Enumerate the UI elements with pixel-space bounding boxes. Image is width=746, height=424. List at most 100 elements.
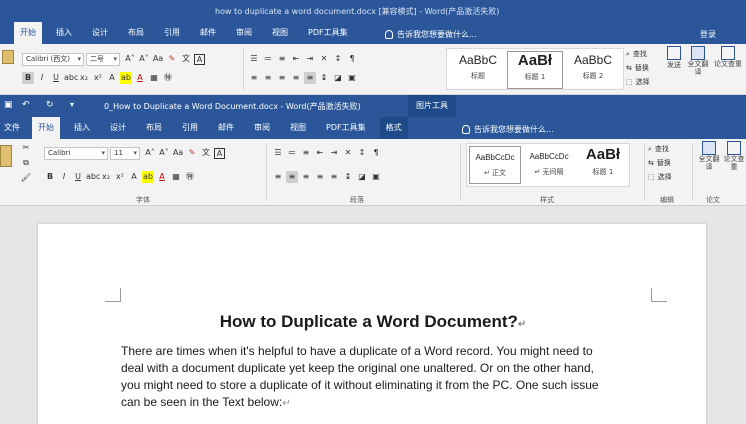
- back-check-button[interactable]: 论文查重: [714, 46, 742, 90]
- phonetic-icon[interactable]: 文: [200, 147, 212, 159]
- back-style-item-selected[interactable]: AaBł 标题 1: [507, 51, 563, 89]
- front-check-button[interactable]: 论文查重: [722, 141, 746, 191]
- back-style-item[interactable]: AaBbC 标题 2: [565, 53, 621, 87]
- document-body-line[interactable]: There are times when it's helpful to hav…: [121, 344, 593, 358]
- change-case-icon[interactable]: Aa: [152, 53, 164, 65]
- distributed-icon[interactable]: ≡: [304, 72, 316, 84]
- front-select-button[interactable]: ⬚ 选择: [648, 171, 672, 183]
- front-tab-review[interactable]: 审阅: [248, 117, 276, 139]
- italic-icon[interactable]: I: [58, 171, 70, 183]
- numbering-icon[interactable]: ≔: [262, 53, 274, 65]
- numbering-icon[interactable]: ≔: [286, 147, 298, 159]
- back-tab-design[interactable]: 设计: [86, 22, 114, 44]
- font-color-icon[interactable]: A: [134, 72, 146, 84]
- line-spacing-icon[interactable]: ↨: [342, 171, 354, 183]
- underline-icon[interactable]: U: [72, 171, 84, 183]
- back-send-button[interactable]: 发送: [664, 46, 684, 90]
- align-left-icon[interactable]: ≡: [272, 171, 284, 183]
- front-tab-design[interactable]: 设计: [104, 117, 132, 139]
- grow-font-icon[interactable]: A˄: [144, 147, 156, 159]
- back-tab-review[interactable]: 审阅: [230, 22, 258, 44]
- back-tell-me[interactable]: 告诉我您想要做什么...: [385, 29, 477, 40]
- text-effects-icon[interactable]: A: [128, 171, 140, 183]
- back-font-size-combo[interactable]: 二号: [86, 53, 120, 66]
- bold-icon[interactable]: B: [22, 72, 34, 84]
- back-tab-insert[interactable]: 插入: [50, 22, 78, 44]
- back-translate-button[interactable]: 全文翻译: [686, 46, 710, 90]
- back-tab-references[interactable]: 引用: [158, 22, 186, 44]
- multilevel-icon[interactable]: ≡: [276, 53, 288, 65]
- subscript-icon[interactable]: x₂: [78, 72, 90, 84]
- increase-indent-icon[interactable]: ⇥: [328, 147, 340, 159]
- align-center-icon[interactable]: ≡: [286, 171, 298, 183]
- borders-icon[interactable]: ▣: [346, 72, 358, 84]
- back-replace-button[interactable]: ⇆ 替换: [626, 62, 650, 74]
- strikethrough-icon[interactable]: abc: [86, 171, 100, 183]
- front-translate-button[interactable]: 全文翻译: [698, 141, 720, 191]
- document-body-line[interactable]: can be seen in the Text below:↵: [121, 395, 291, 409]
- undo-icon[interactable]: ↶: [22, 100, 30, 110]
- chinese-layout-icon[interactable]: ✕: [318, 53, 330, 65]
- paragraph-shading-icon[interactable]: ◪: [356, 171, 368, 183]
- shrink-font-icon[interactable]: A˅: [138, 53, 150, 65]
- front-styles-gallery[interactable]: AaBbCcDc ↵ 正文 AaBbCcDc ↵ 无间隔 AaBł 标题 1: [466, 143, 630, 187]
- subscript-icon[interactable]: x₂: [100, 171, 112, 183]
- document-heading[interactable]: How to Duplicate a Word Document?↵: [0, 312, 746, 332]
- cut-icon[interactable]: ✂: [20, 142, 32, 154]
- paste-icon[interactable]: [2, 50, 14, 64]
- sort-icon[interactable]: ↕: [332, 53, 344, 65]
- front-style-item-selected[interactable]: AaBbCcDc ↵ 正文: [469, 146, 521, 184]
- italic-icon[interactable]: I: [36, 72, 48, 84]
- front-tab-references[interactable]: 引用: [176, 117, 204, 139]
- justify-icon[interactable]: ≡: [314, 171, 326, 183]
- back-tab-pdf[interactable]: PDF工具集: [302, 22, 354, 44]
- back-tab-layout[interactable]: 布局: [122, 22, 150, 44]
- font-color-icon[interactable]: A: [156, 171, 168, 183]
- justify-icon[interactable]: ≡: [290, 72, 302, 84]
- paste-icon[interactable]: [0, 145, 12, 167]
- front-tab-insert[interactable]: 插入: [68, 117, 96, 139]
- front-tell-me[interactable]: 告诉我您想要做什么...: [462, 124, 554, 135]
- front-tab-pdf[interactable]: PDF工具集: [320, 117, 372, 139]
- document-body-line[interactable]: you might need to store a duplicate of i…: [121, 378, 599, 392]
- phonetic-icon[interactable]: 文: [180, 53, 192, 65]
- front-tab-view[interactable]: 视图: [284, 117, 312, 139]
- char-border-icon[interactable]: A: [194, 53, 205, 65]
- align-center-icon[interactable]: ≡: [262, 72, 274, 84]
- sort-icon[interactable]: ↕: [356, 147, 368, 159]
- distributed-icon[interactable]: ≡: [328, 171, 340, 183]
- char-border-icon[interactable]: A: [214, 147, 225, 159]
- align-right-icon[interactable]: ≡: [276, 72, 288, 84]
- front-style-item[interactable]: AaBbCcDc ↵ 无间隔: [523, 148, 575, 184]
- customize-qat-icon[interactable]: ▾: [70, 100, 74, 109]
- highlight-icon[interactable]: ab: [120, 72, 132, 84]
- redo-icon[interactable]: ↻: [46, 100, 54, 110]
- back-style-item[interactable]: AaBbC 标题: [451, 53, 505, 87]
- front-tab-layout[interactable]: 布局: [140, 117, 168, 139]
- bullets-icon[interactable]: ☰: [272, 147, 284, 159]
- enclose-icon[interactable]: ㊕: [184, 171, 196, 183]
- shading-icon[interactable]: ▦: [148, 72, 160, 84]
- grow-font-icon[interactable]: A˄: [124, 53, 136, 65]
- copy-icon[interactable]: ⧉: [20, 157, 32, 169]
- increase-indent-icon[interactable]: ⇥: [304, 53, 316, 65]
- highlight-icon[interactable]: ab: [142, 171, 154, 183]
- clear-format-icon[interactable]: ✎: [166, 53, 178, 65]
- chinese-layout-icon[interactable]: ✕: [342, 147, 354, 159]
- superscript-icon[interactable]: x²: [114, 171, 126, 183]
- change-case-icon[interactable]: Aa: [172, 147, 184, 159]
- front-replace-button[interactable]: ⇆ 替换: [648, 157, 672, 169]
- align-left-icon[interactable]: ≡: [248, 72, 260, 84]
- multilevel-icon[interactable]: ≡: [300, 147, 312, 159]
- clear-format-icon[interactable]: ✎: [186, 147, 198, 159]
- back-tab-mailings[interactable]: 邮件: [194, 22, 222, 44]
- decrease-indent-icon[interactable]: ⇤: [290, 53, 302, 65]
- back-styles-gallery[interactable]: AaBbC 标题 AaBł 标题 1 AaBbC 标题 2: [446, 48, 624, 90]
- document-body-line[interactable]: deal with a document duplicate yet keep …: [121, 361, 594, 375]
- bullets-icon[interactable]: ☰: [248, 53, 260, 65]
- front-tab-mailings[interactable]: 邮件: [212, 117, 240, 139]
- show-marks-icon[interactable]: ¶: [346, 53, 358, 65]
- front-font-size-combo[interactable]: 11: [110, 147, 140, 160]
- shading-icon[interactable]: ▦: [170, 171, 182, 183]
- front-tab-home[interactable]: 开始: [32, 117, 60, 139]
